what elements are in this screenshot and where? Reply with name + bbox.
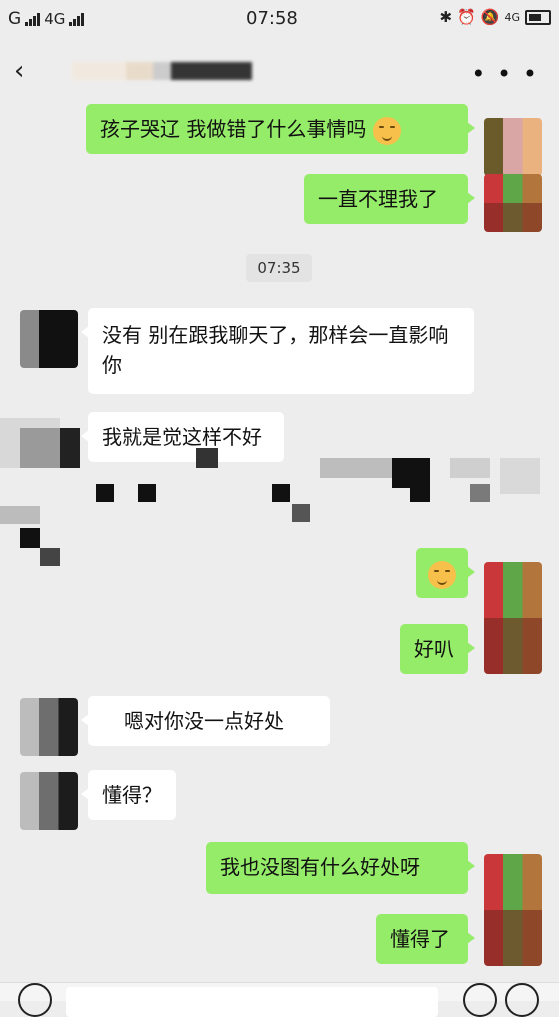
message-bubble[interactable]: 没有 别在跟我聊天了，那样会一直影响你 bbox=[81, 308, 474, 394]
mute-icon: 🔕 bbox=[480, 8, 500, 26]
signal-icon-2 bbox=[69, 12, 85, 26]
message-text: 懂得了 bbox=[390, 927, 450, 951]
redacted-mosaic bbox=[0, 398, 559, 583]
message-bubble[interactable]: 嗯对你没一点好处 bbox=[81, 696, 330, 746]
avatar[interactable] bbox=[484, 854, 542, 966]
smiling-face-icon bbox=[372, 116, 401, 145]
message-text: 懂得？ bbox=[102, 783, 162, 807]
status-time: 07:58 bbox=[246, 8, 298, 29]
message-text: 一直不理我了 bbox=[318, 187, 438, 211]
message-text: 我也没图有什么好处呀 bbox=[220, 855, 420, 879]
chat-header: ‹ • • • bbox=[0, 40, 559, 102]
status-bar: G 4G 07:58 ✱ ⏰ 🔕 4G bbox=[0, 0, 559, 40]
battery-icon bbox=[525, 9, 551, 25]
bluetooth-icon: ✱ bbox=[439, 8, 453, 26]
time-divider: 07:35 bbox=[246, 254, 312, 282]
voice-button[interactable] bbox=[18, 983, 52, 1017]
carrier-label: G bbox=[8, 9, 22, 29]
message-input[interactable] bbox=[66, 987, 438, 1017]
avatar[interactable] bbox=[20, 310, 78, 368]
message-bubble[interactable]: 好叭 bbox=[400, 624, 475, 674]
message-text: 好叭 bbox=[414, 637, 454, 661]
message-bubble[interactable]: 一直不理我了 bbox=[304, 174, 475, 224]
message-text: 孩子哭辽 我做错了什么事情吗 bbox=[100, 117, 367, 141]
chat-title-redacted bbox=[72, 62, 252, 80]
chevron-left-icon: ‹ bbox=[14, 56, 25, 86]
avatar[interactable] bbox=[20, 772, 78, 830]
input-bar bbox=[0, 982, 559, 1017]
more-button[interactable]: • • • bbox=[471, 60, 539, 88]
alarm-icon: ⏰ bbox=[457, 8, 476, 26]
message-bubble[interactable]: 孩子哭辽 我做错了什么事情吗 bbox=[86, 104, 475, 154]
back-button[interactable]: ‹ bbox=[14, 56, 24, 86]
plus-button[interactable] bbox=[505, 983, 539, 1017]
message-bubble[interactable]: 懂得了 bbox=[376, 914, 475, 964]
message-text: 嗯对你没一点好处 bbox=[124, 709, 284, 733]
signal-icon bbox=[25, 12, 41, 26]
more-dots-icon: • • • bbox=[471, 60, 539, 88]
emoji-button[interactable] bbox=[463, 983, 497, 1017]
avatar[interactable] bbox=[484, 118, 542, 176]
network-label: 4G bbox=[44, 10, 66, 28]
avatar[interactable] bbox=[20, 698, 78, 756]
status-left: G 4G bbox=[8, 9, 85, 29]
avatar[interactable] bbox=[484, 174, 542, 232]
status-right: ✱ ⏰ 🔕 4G bbox=[440, 8, 551, 26]
message-text: 没有 别在跟我聊天了，那样会一直影响你 bbox=[102, 323, 449, 377]
message-bubble[interactable]: 懂得？ bbox=[81, 770, 176, 820]
right-network-label: 4G bbox=[504, 10, 520, 24]
message-bubble[interactable]: 我也没图有什么好处呀 bbox=[206, 842, 475, 894]
